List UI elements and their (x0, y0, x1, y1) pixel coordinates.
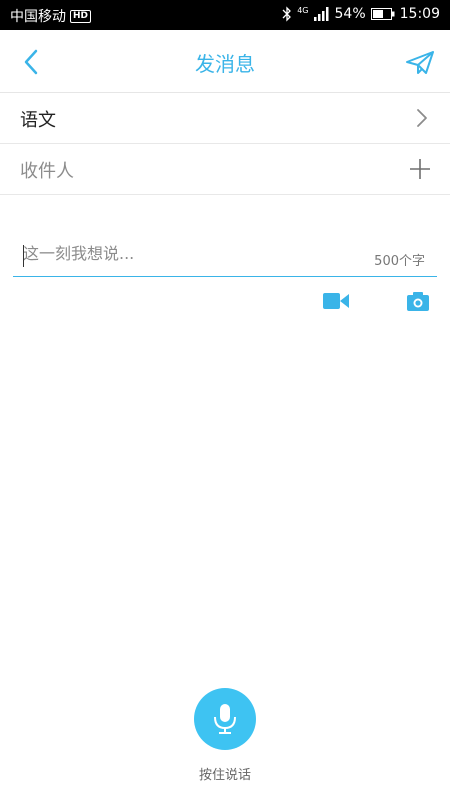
battery-icon (370, 8, 395, 20)
hd-badge: HD (70, 9, 92, 23)
paper-plane-icon (406, 51, 434, 74)
signal-icon (313, 7, 329, 21)
battery-percent: 54% (334, 6, 366, 22)
clock-time: 15:09 (399, 6, 440, 22)
bluetooth-icon (282, 6, 292, 22)
status-right: 4G 54% 15:09 (282, 6, 440, 22)
plus-icon[interactable] (408, 157, 432, 181)
message-input[interactable] (23, 244, 353, 263)
message-area: 500个字 (13, 236, 437, 277)
camera-button[interactable] (406, 290, 430, 312)
text-caret (23, 245, 24, 267)
subject-row[interactable]: 语文 (0, 93, 450, 144)
status-bar: 中国移动 HD 4G 54% 15:09 (0, 0, 450, 30)
subject-label: 语文 (20, 110, 56, 131)
header-bar: 发消息 (0, 30, 450, 93)
page-title: 发消息 (195, 52, 255, 76)
status-left: 中国移动 HD (10, 6, 92, 26)
network-type: 4G (297, 6, 309, 15)
hold-to-talk-label: 按住说话 (198, 768, 251, 783)
chevron-right-icon (417, 109, 427, 127)
video-camera-icon (323, 293, 349, 309)
hold-to-talk-button[interactable] (194, 688, 256, 750)
video-button[interactable] (322, 290, 350, 312)
send-button[interactable] (404, 46, 436, 78)
recipient-label: 收件人 (20, 161, 74, 182)
camera-icon (407, 292, 429, 311)
carrier-name: 中国移动 (10, 9, 66, 25)
recipient-row[interactable]: 收件人 (0, 144, 450, 195)
char-limit-label: 500个字 (374, 254, 425, 269)
microphone-icon (214, 704, 236, 734)
